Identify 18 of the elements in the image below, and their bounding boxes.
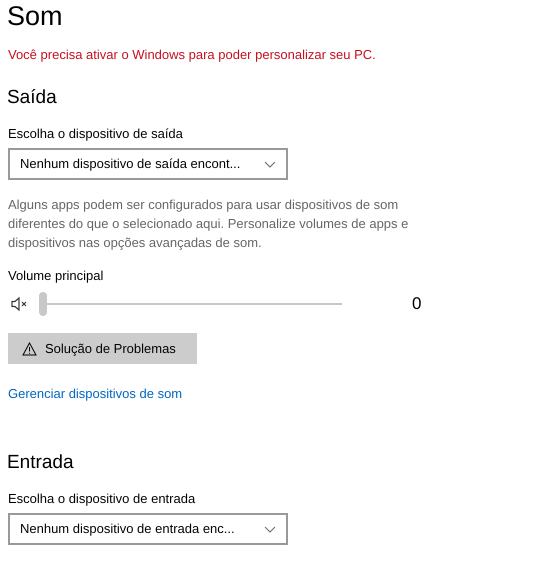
page-title: Som — [7, 0, 64, 32]
warning-icon — [22, 342, 37, 356]
section-heading: Entrada — [7, 451, 75, 475]
troubleshoot-button[interactable]: Solução de Problemas — [8, 333, 197, 364]
field-label: Escolha o dispositivo de saída — [8, 125, 184, 143]
section-heading: Saída — [7, 86, 58, 110]
chevron-down-icon — [264, 526, 276, 532]
input-device-dropdown[interactable]: Nenhum dispositivo de entrada enc... — [8, 513, 288, 545]
chevron-down-icon — [264, 160, 276, 168]
field-label: Escolha o dispositivo de entrada — [8, 490, 196, 508]
output-device-dropdown[interactable]: Nenhum dispositivo de saída encont... — [8, 148, 288, 180]
description-text: Alguns apps podem ser configurados para usar dispositivos de som diferentes do que o selecionado aqui. Personalize volumes de apps e dispositivos nas opções avançadas de som. — [8, 196, 410, 252]
volume-slider[interactable] — [39, 292, 342, 316]
volume-reading: 0 — [412, 293, 422, 316]
manage-devices-link[interactable]: Gerenciar dispositivos de som — [8, 386, 182, 401]
volume-slider-thumb[interactable] — [39, 292, 47, 316]
activation-warning: Você precisa ativar o Windows para poder personalizar seu PC. — [8, 46, 377, 64]
volume-label: Volume principal — [8, 267, 104, 285]
